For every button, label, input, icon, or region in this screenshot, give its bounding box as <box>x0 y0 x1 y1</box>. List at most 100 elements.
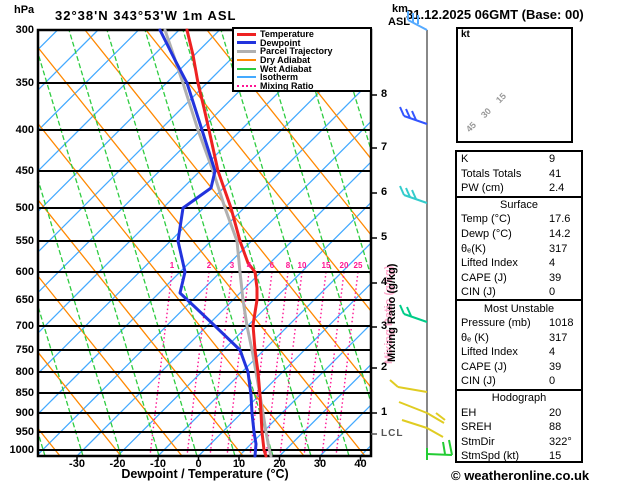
wind-barb <box>401 419 444 438</box>
km-tick-label: 1 <box>381 406 388 418</box>
legend-swatch <box>237 41 256 45</box>
mixing-ratio-value-label: 20 <box>339 261 349 270</box>
indices-value: 322° <box>549 435 572 448</box>
indices-row: PW (cm) 2.4 <box>457 181 581 196</box>
x-axis-title: Dewpoint / Temperature (°C) <box>121 467 289 481</box>
indices-label: θₑ(K) <box>461 242 486 255</box>
indices-section: Surface Temp (°C) 17.6 Dewp (°C) 14.2 θₑ(K) 31… <box>457 195 581 300</box>
indices-label: EH <box>461 406 477 419</box>
pressure-tick-label: 600 <box>15 266 34 278</box>
indices-label: CIN (J) <box>461 375 496 388</box>
indices-row: Dewp (°C) 14.2 <box>457 227 581 242</box>
mixing-ratio-value-label: 25 <box>353 261 363 270</box>
km-tick-label: 2 <box>381 361 388 373</box>
temp-tick-label: 30 <box>313 458 327 470</box>
indices-label: StmSpd (kt) <box>461 450 520 463</box>
km-tick-label: 3 <box>381 320 388 332</box>
legend-swatch <box>237 59 256 62</box>
indices-row: Totals Totals 41 <box>457 167 581 182</box>
lcl-marker-label: LCL <box>381 428 404 439</box>
indices-label: CAPE (J) <box>461 360 507 373</box>
indices-value: 4 <box>549 346 556 359</box>
indices-section: Most Unstable Pressure (mb) 1018 θₑ (K) 317 L… <box>457 299 581 388</box>
indices-label: Dewp (°C) <box>461 228 512 240</box>
indices-row: StmDir 322° <box>457 434 581 449</box>
mixing-ratio-value-label: 6 <box>269 261 275 270</box>
indices-value: 20 <box>549 406 562 419</box>
indices-row: StmSpd (kt) 15 <box>457 449 581 464</box>
legend-swatch <box>237 49 256 53</box>
indices-row: Lifted Index 4 <box>457 256 581 271</box>
pressure-tick-label: 900 <box>15 407 34 419</box>
temp-tick-label: -20 <box>109 458 126 470</box>
temp-tick-label: 20 <box>273 458 286 470</box>
legend-swatch <box>237 67 256 70</box>
indices-label: θₑ (K) <box>461 331 489 344</box>
watermark: © weatheronline.co.uk <box>451 468 590 483</box>
km-tick-label: 8 <box>381 88 388 100</box>
mixing-ratio-value-label: 8 <box>285 261 291 270</box>
indices-row: CIN (J) 0 <box>457 285 581 300</box>
pressure-tick-label: 400 <box>15 124 34 136</box>
indices-value: 0 <box>549 375 556 388</box>
indices-value: 317 <box>549 331 568 344</box>
indices-table: K 9 Totals Totals 41 PW (cm) 2.4 Surface Temp (… <box>455 150 583 463</box>
hodograph-unit-label: kt <box>461 29 470 40</box>
indices-section: Hodograph EH 20 SREH 88 StmDir 322° StmSpd (kt)… <box>457 388 581 464</box>
legend-swatch <box>237 84 256 87</box>
pressure-tick-label: 750 <box>15 344 34 356</box>
mixing-ratio-value-label: 4 <box>246 261 252 270</box>
pressure-tick-label: 800 <box>15 366 34 378</box>
wind-barb <box>426 439 453 460</box>
indices-value: 317 <box>549 242 568 255</box>
indices-value: 17.6 <box>549 213 571 226</box>
indices-row: EH 20 <box>457 405 581 420</box>
temp-tick-label: 10 <box>232 458 246 470</box>
indices-section: K 9 Totals Totals 41 PW (cm) 2.4 <box>457 152 581 196</box>
indices-value: 9 <box>549 153 556 166</box>
pressure-tick-label: 300 <box>15 24 34 36</box>
indices-label: Totals Totals <box>461 167 522 180</box>
plot-legend: Temperature Dewpoint Parcel Trajectory Dry … <box>232 27 372 92</box>
mixing-ratio-value-label: 10 <box>297 261 307 270</box>
legend-label: Mixing Ratio <box>260 80 314 91</box>
indices-label: K <box>461 153 469 166</box>
km-tick-label: 5 <box>381 231 388 243</box>
mixing-ratio-value-label: 2 <box>206 261 212 270</box>
indices-row: θₑ (K) 317 <box>457 331 581 346</box>
indices-row: SREH 88 <box>457 420 581 435</box>
indices-value: 14.2 <box>549 228 571 240</box>
mixing-ratio-value-label: 3 <box>229 261 235 270</box>
indices-value: 2.4 <box>549 182 565 195</box>
legend-item: Mixing Ratio <box>237 80 370 91</box>
legend-item: Wet Adiabat <box>237 64 370 73</box>
temp-tick-label: 40 <box>354 458 367 470</box>
indices-section-header: Surface <box>500 198 538 211</box>
indices-value: 39 <box>549 271 562 284</box>
legend-swatch <box>237 32 256 36</box>
wind-barb <box>399 185 428 204</box>
indices-value: 0 <box>549 286 556 299</box>
pressure-tick-label: 350 <box>15 77 34 89</box>
pressure-tick-label: 1000 <box>9 444 34 456</box>
indices-row: CIN (J) 0 <box>457 374 581 389</box>
temp-tick-label: -30 <box>69 458 85 470</box>
pressure-tick-label: 700 <box>15 320 34 332</box>
indices-label: Lifted Index <box>461 257 518 270</box>
indices-label: Lifted Index <box>461 346 518 359</box>
pressure-tick-label: 850 <box>15 387 34 399</box>
pressure-tick-label: 500 <box>15 202 34 214</box>
indices-row: θₑ(K) 317 <box>457 241 581 256</box>
indices-value: 1018 <box>549 317 574 330</box>
legend-item: Temperature <box>237 30 370 39</box>
wind-barb <box>389 379 428 393</box>
indices-label: CAPE (J) <box>461 271 507 284</box>
indices-value: 4 <box>549 257 556 270</box>
indices-row: K9 <box>457 152 581 167</box>
indices-value: 39 <box>549 360 562 373</box>
mixing-ratio-value-label: 15 <box>321 261 331 270</box>
pressure-tick-label: 450 <box>15 165 34 177</box>
indices-row: CAPE (J) 39 <box>457 270 581 285</box>
indices-value: 41 <box>549 167 562 180</box>
indices-label: StmDir <box>461 435 495 448</box>
